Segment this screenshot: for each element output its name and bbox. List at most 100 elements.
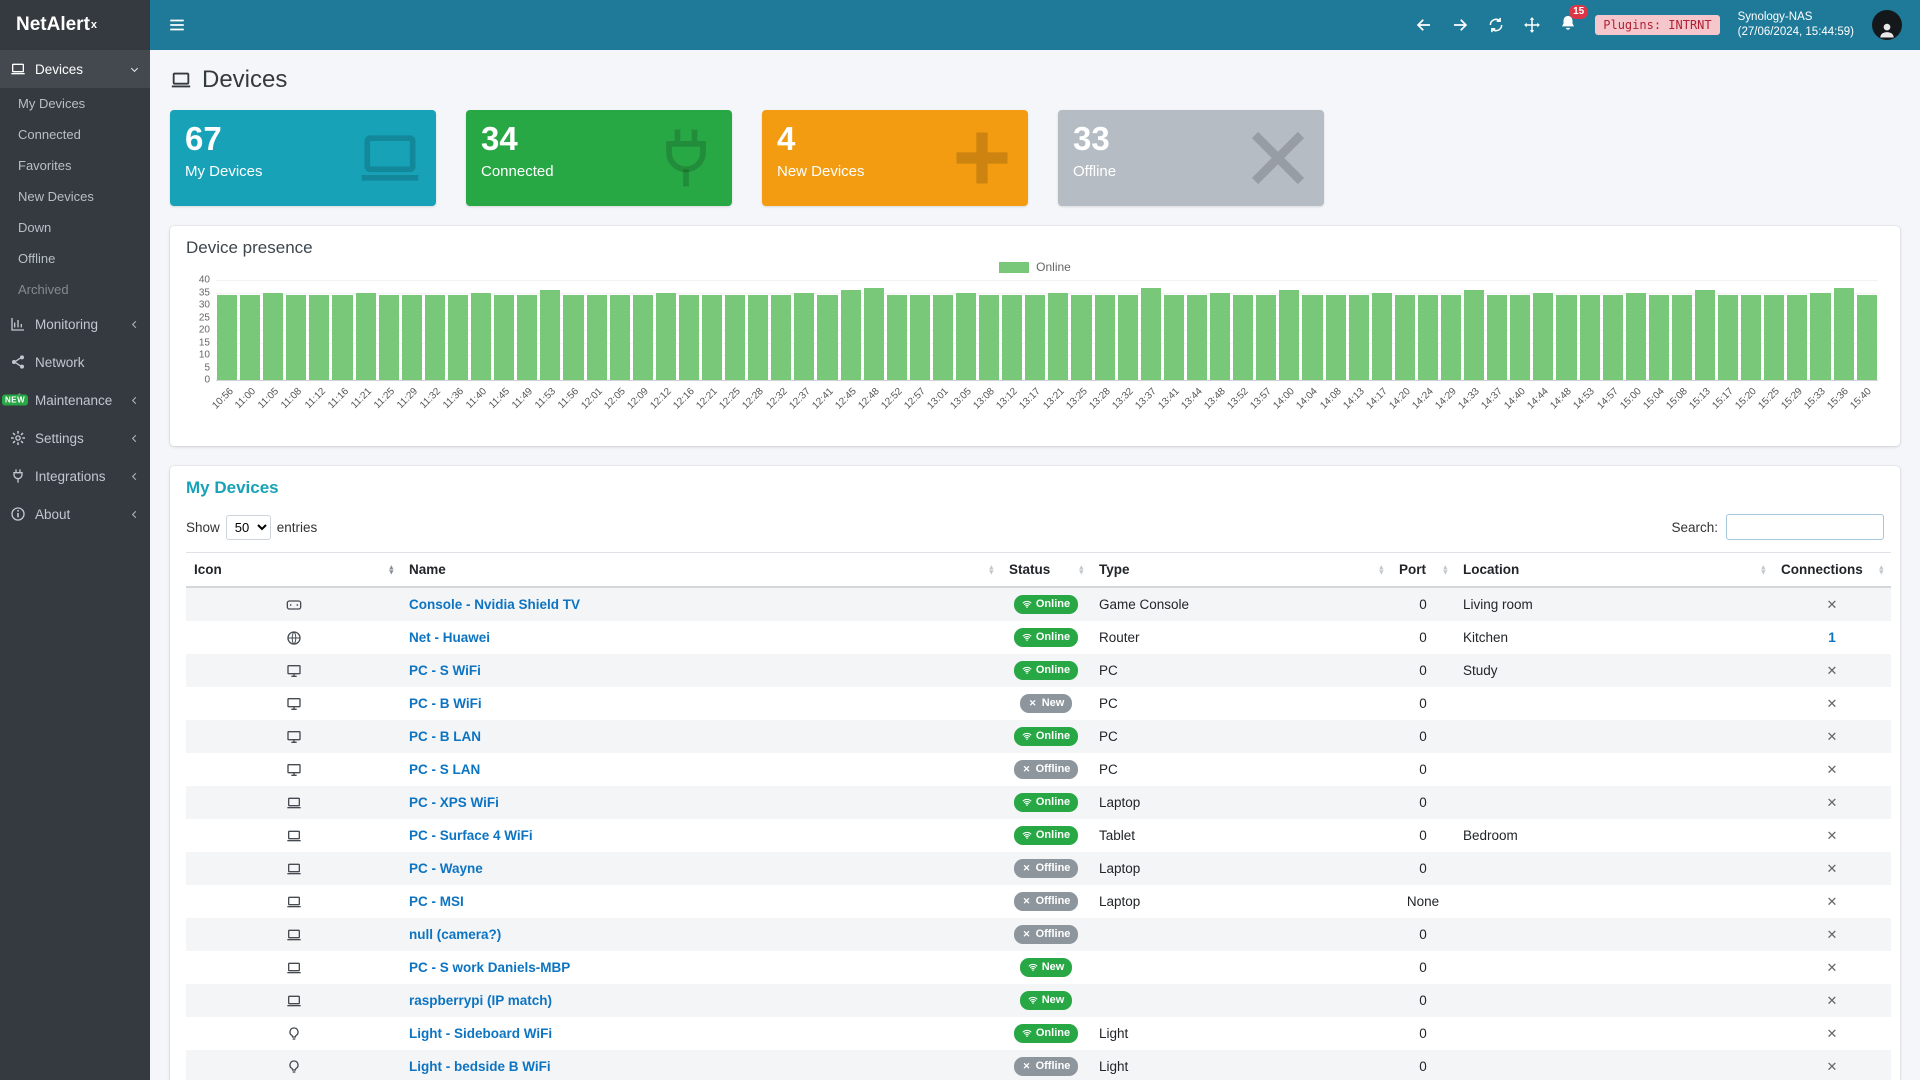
sidebar-toggle-icon[interactable] xyxy=(168,16,186,34)
x-axis-tick-label: 12:21 xyxy=(695,386,720,411)
chart-bar xyxy=(356,293,376,381)
x-icon: ✕ xyxy=(1022,929,1032,939)
sidebar-menu: DevicesMy DevicesConnectedFavoritesNew D… xyxy=(0,50,150,533)
x-axis-tick-label: 15:25 xyxy=(1756,386,1781,411)
main-content: Devices 67My Devices34Connected4New Devi… xyxy=(150,0,1920,1080)
device-name-link[interactable]: PC - Wayne xyxy=(409,861,483,876)
sidebar-item-integrations[interactable]: Integrations xyxy=(0,457,150,495)
device-name-link[interactable]: PC - S LAN xyxy=(409,762,480,777)
stat-card-connected[interactable]: 34Connected xyxy=(466,110,732,206)
search-input[interactable] xyxy=(1726,514,1884,540)
sidebar-subitem-down[interactable]: Down xyxy=(0,212,150,243)
sidebar-item-maintenance[interactable]: NEWMaintenance xyxy=(0,381,150,419)
sidebar-subitem-my-devices[interactable]: My Devices xyxy=(0,88,150,119)
column-header-port[interactable]: Port▲▼ xyxy=(1391,553,1455,588)
sidebar-item-network[interactable]: Network xyxy=(0,343,150,381)
x-axis-tick-label: 12:57 xyxy=(902,386,927,411)
device-name-link[interactable]: PC - B LAN xyxy=(409,729,481,744)
sidebar-subitem-favorites[interactable]: Favorites xyxy=(0,150,150,181)
column-header-connections[interactable]: Connections▲▼ xyxy=(1773,553,1891,588)
no-connection-icon[interactable]: ✕ xyxy=(1827,1026,1838,1041)
sort-icon[interactable]: ▲▼ xyxy=(1378,564,1385,575)
user-avatar[interactable] xyxy=(1872,10,1902,40)
no-connection-icon[interactable]: ✕ xyxy=(1827,993,1838,1008)
device-name-link[interactable]: PC - MSI xyxy=(409,894,464,909)
laptop-icon xyxy=(285,993,303,1009)
back-arrow-icon[interactable] xyxy=(1415,16,1433,34)
sort-icon[interactable]: ▲▼ xyxy=(988,564,995,575)
move-icon[interactable] xyxy=(1523,16,1541,34)
device-name-link[interactable]: Light - bedside B WiFi xyxy=(409,1059,551,1074)
sidebar-item-settings[interactable]: Settings xyxy=(0,419,150,457)
forward-arrow-icon[interactable] xyxy=(1451,16,1469,34)
column-header-icon[interactable]: Icon▲▼ xyxy=(186,553,401,588)
sidebar-item-devices[interactable]: Devices xyxy=(0,50,150,88)
column-header-type[interactable]: Type▲▼ xyxy=(1091,553,1391,588)
no-connection-icon[interactable]: ✕ xyxy=(1827,597,1838,612)
device-name-link[interactable]: PC - XPS WiFi xyxy=(409,795,499,810)
chart-bar xyxy=(1672,295,1692,380)
chart-legend[interactable]: Online xyxy=(186,260,1884,274)
page-length-select[interactable]: 50 xyxy=(226,515,271,540)
sort-icon[interactable]: ▲▼ xyxy=(1442,564,1449,575)
x-axis-tick-label: 12:25 xyxy=(718,386,743,411)
sidebar-item-about[interactable]: About xyxy=(0,495,150,533)
no-connection-icon[interactable]: ✕ xyxy=(1827,927,1838,942)
sidebar-subitem-archived[interactable]: Archived xyxy=(0,274,150,305)
y-axis-tick-label: 30 xyxy=(186,300,210,311)
refresh-icon[interactable] xyxy=(1487,16,1505,34)
sidebar-subitem-offline[interactable]: Offline xyxy=(0,243,150,274)
stat-card-offline[interactable]: 33Offline xyxy=(1058,110,1324,206)
no-connection-icon[interactable]: ✕ xyxy=(1827,795,1838,810)
plugins-status-badge[interactable]: Plugins: INTRNT xyxy=(1595,15,1719,35)
table-row: PC - S LAN✕OfflinePC0✕ xyxy=(186,753,1891,786)
device-port-cell: 0 xyxy=(1391,819,1455,852)
column-header-location[interactable]: Location▲▼ xyxy=(1455,553,1773,588)
sidebar-subitem-connected[interactable]: Connected xyxy=(0,119,150,150)
device-name-link[interactable]: raspberrypi (IP match) xyxy=(409,993,552,1008)
stat-card-my-devices[interactable]: 67My Devices xyxy=(170,110,436,206)
no-connection-icon[interactable]: ✕ xyxy=(1827,762,1838,777)
brand-sup: x xyxy=(91,19,97,31)
device-name-link[interactable]: Net - Huawei xyxy=(409,630,490,645)
no-connection-icon[interactable]: ✕ xyxy=(1827,894,1838,909)
device-name-link[interactable]: Console - Nvidia Shield TV xyxy=(409,597,580,612)
chart-bar xyxy=(425,295,445,380)
sort-icon[interactable]: ▲▼ xyxy=(1078,564,1085,575)
notifications-bell[interactable]: 15 xyxy=(1559,14,1577,37)
chart-bar xyxy=(956,293,976,381)
device-name-link[interactable]: Light - Sideboard WiFi xyxy=(409,1026,552,1041)
stat-card-new-devices[interactable]: 4New Devices xyxy=(762,110,1028,206)
sidebar-item-monitoring[interactable]: Monitoring xyxy=(0,305,150,343)
sort-icon[interactable]: ▲▼ xyxy=(388,564,395,575)
device-name-link[interactable]: PC - S work Daniels-MBP xyxy=(409,960,570,975)
no-connection-icon[interactable]: ✕ xyxy=(1827,663,1838,678)
status-badge: New xyxy=(1020,958,1073,977)
device-name-link[interactable]: PC - Surface 4 WiFi xyxy=(409,828,533,843)
no-connection-icon[interactable]: ✕ xyxy=(1827,696,1838,711)
sidebar-subitem-new-devices[interactable]: New Devices xyxy=(0,181,150,212)
connections-count-link[interactable]: 1 xyxy=(1828,630,1836,645)
no-connection-icon[interactable]: ✕ xyxy=(1827,1059,1838,1074)
sort-icon[interactable]: ▲▼ xyxy=(1760,564,1767,575)
device-name-link[interactable]: PC - B WiFi xyxy=(409,696,482,711)
device-type-cell: Laptop xyxy=(1091,852,1391,885)
device-port-cell: None xyxy=(1391,885,1455,918)
column-header-name[interactable]: Name▲▼ xyxy=(401,553,1001,588)
table-title-link[interactable]: My Devices xyxy=(186,478,279,498)
no-connection-icon[interactable]: ✕ xyxy=(1827,729,1838,744)
column-header-status[interactable]: Status▲▼ xyxy=(1001,553,1091,588)
device-name-link[interactable]: PC - S WiFi xyxy=(409,663,481,678)
sort-icon[interactable]: ▲▼ xyxy=(1878,564,1885,575)
no-connection-icon[interactable]: ✕ xyxy=(1827,861,1838,876)
chart-bar xyxy=(1118,295,1138,380)
device-port-cell: 0 xyxy=(1391,753,1455,786)
chart-bar xyxy=(910,295,930,380)
no-connection-icon[interactable]: ✕ xyxy=(1827,960,1838,975)
no-connection-icon[interactable]: ✕ xyxy=(1827,828,1838,843)
device-name-link[interactable]: null (camera?) xyxy=(409,927,501,942)
legend-label: Online xyxy=(1036,260,1071,274)
chart-bar xyxy=(817,295,837,380)
brand-logo[interactable]: NetAlertx xyxy=(0,0,150,50)
status-badge: Online xyxy=(1014,727,1078,746)
